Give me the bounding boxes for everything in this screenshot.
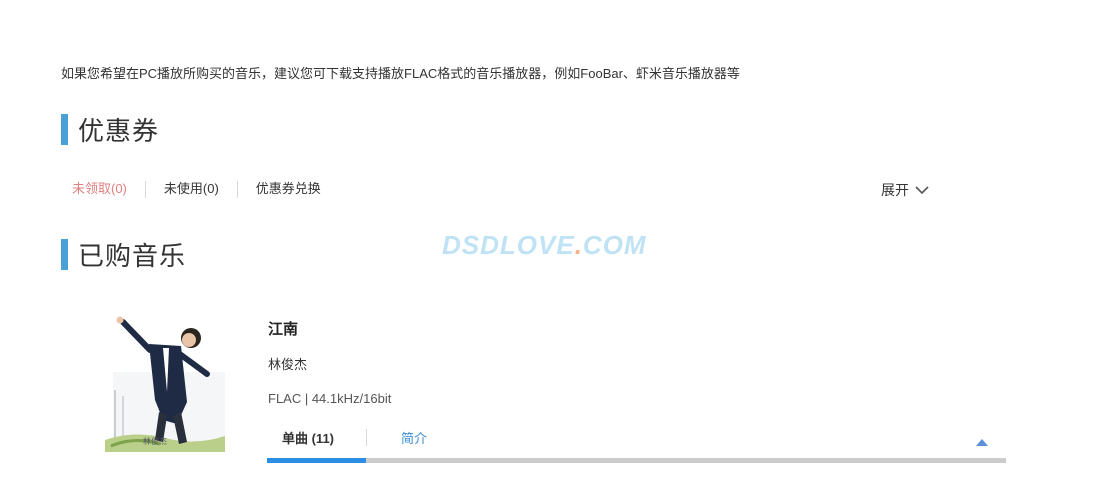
tab-tracks[interactable]: 单曲 (11) (267, 428, 349, 447)
tab-unclaimed[interactable]: 未领取(0) (61, 180, 145, 198)
tab-unused[interactable]: 未使用(0) (146, 180, 237, 198)
album-title[interactable]: 江南 (268, 318, 298, 339)
notice-text: 如果您希望在PC播放所购买的音乐，建议您可下载支持播放FLAC格式的音乐播放器，… (61, 66, 740, 81)
tab-divider (366, 429, 367, 446)
album-cover-image[interactable]: 林俊杰 (105, 312, 225, 452)
purchased-title: 已购音乐 (78, 241, 187, 271)
album-tabs: 单曲 (11) 简介 (267, 428, 427, 447)
purchased-section-title: 已购音乐 (61, 236, 186, 273)
album-artist[interactable]: 林俊杰 (268, 354, 307, 373)
collapse-up-icon[interactable] (975, 438, 989, 447)
coupons-section-title: 优惠券 (61, 111, 159, 148)
tab-intro[interactable]: 简介 (401, 428, 427, 447)
svg-text:林俊杰: 林俊杰 (143, 436, 167, 446)
album-format: FLAC | 44.1kHz/16bit (268, 391, 392, 406)
expand-button[interactable]: 展开 (881, 180, 929, 200)
section-accent-bar (61, 114, 68, 145)
tab-progress-fill (267, 458, 367, 463)
tab-progress-bar (267, 458, 1006, 463)
coupon-tabs: 未领取(0) 未使用(0) 优惠券兑换 (61, 180, 339, 198)
section-accent-bar (61, 239, 68, 270)
tab-redeem-coupon[interactable]: 优惠券兑换 (238, 180, 339, 198)
expand-label: 展开 (881, 182, 909, 198)
watermark: DSDLOVE.COM (442, 230, 647, 260)
coupons-title: 优惠券 (78, 116, 160, 146)
chevron-down-icon (915, 185, 929, 194)
